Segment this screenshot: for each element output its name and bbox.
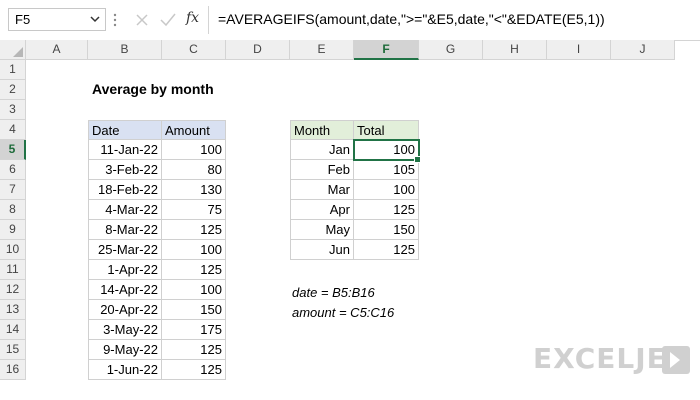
amount-cell[interactable]: 75 xyxy=(162,200,226,220)
date-cell[interactable]: 4-Mar-22 xyxy=(88,200,162,220)
row-header-10[interactable]: 10 xyxy=(0,240,26,260)
amount-cell[interactable]: 125 xyxy=(162,340,226,360)
fill-handle[interactable] xyxy=(414,156,421,163)
formula-input[interactable]: =AVERAGEIFS(amount,date,">="&E5,date,"<"… xyxy=(218,11,605,27)
column-header-j[interactable]: J xyxy=(611,40,675,60)
column-header-f[interactable]: F xyxy=(354,40,419,60)
row-header-12[interactable]: 12 xyxy=(0,280,26,300)
name-box[interactable]: F5 xyxy=(8,8,106,31)
column-header-d[interactable]: D xyxy=(226,40,290,60)
column-header-h[interactable]: H xyxy=(483,40,547,60)
sheet-title[interactable]: Average by month xyxy=(90,80,290,100)
column-header-b[interactable]: B xyxy=(88,40,162,60)
row-header-9[interactable]: 9 xyxy=(0,220,26,240)
amount-cell[interactable]: 125 xyxy=(162,360,226,380)
total-cell[interactable]: 125 xyxy=(354,240,419,260)
row-header-15[interactable]: 15 xyxy=(0,340,26,360)
column-header-e[interactable]: E xyxy=(290,40,354,60)
column-header-a[interactable]: A xyxy=(26,40,88,60)
month-cell[interactable]: May xyxy=(290,220,354,240)
chevron-down-icon[interactable] xyxy=(89,12,101,26)
amount-cell[interactable]: 125 xyxy=(162,220,226,240)
date-cell[interactable]: 25-Mar-22 xyxy=(88,240,162,260)
row-header-2[interactable]: 2 xyxy=(0,80,26,100)
date-cell[interactable]: 11-Jan-22 xyxy=(88,140,162,160)
amount-cell[interactable]: 175 xyxy=(162,320,226,340)
month-cell[interactable]: Apr xyxy=(290,200,354,220)
column-header-c[interactable]: C xyxy=(162,40,226,60)
date-cell[interactable]: 3-May-22 xyxy=(88,320,162,340)
row-header-11[interactable]: 11 xyxy=(0,260,26,280)
table-header-date[interactable]: Date xyxy=(88,120,162,140)
column-header-g[interactable]: G xyxy=(419,40,483,60)
total-cell[interactable]: 125 xyxy=(354,200,419,220)
amount-cell[interactable]: 80 xyxy=(162,160,226,180)
month-cell[interactable]: Jan xyxy=(290,140,354,160)
amount-cell[interactable]: 150 xyxy=(162,300,226,320)
row-header-1[interactable]: 1 xyxy=(0,60,26,80)
row-header-6[interactable]: 6 xyxy=(0,160,26,180)
amount-cell[interactable]: 100 xyxy=(162,280,226,300)
row-header-4[interactable]: 4 xyxy=(0,120,26,140)
amount-cell[interactable]: 100 xyxy=(162,140,226,160)
date-cell[interactable]: 18-Feb-22 xyxy=(88,180,162,200)
row-header-13[interactable]: 13 xyxy=(0,300,26,320)
formula-bar-divider xyxy=(208,6,209,34)
total-cell[interactable]: 150 xyxy=(354,220,419,240)
total-cell[interactable]: 105 xyxy=(354,160,419,180)
date-cell[interactable]: 3-Feb-22 xyxy=(88,160,162,180)
row-header-7[interactable]: 7 xyxy=(0,180,26,200)
more-options-icon[interactable] xyxy=(112,10,118,30)
amount-cell[interactable]: 100 xyxy=(162,240,226,260)
date-cell[interactable]: 1-Jun-22 xyxy=(88,360,162,380)
row-header-3[interactable]: 3 xyxy=(0,100,26,120)
table-header-total[interactable]: Total xyxy=(354,120,419,140)
named-range-note-date[interactable]: date = B5:B16 xyxy=(290,283,430,303)
table-header-month[interactable]: Month xyxy=(290,120,354,140)
column-header-i[interactable]: I xyxy=(547,40,611,60)
formula-bar-area: F5 fx =AVERAGEIFS(amount,date,">="&E5,da… xyxy=(0,0,700,41)
date-cell[interactable]: 14-Apr-22 xyxy=(88,280,162,300)
date-cell[interactable]: 20-Apr-22 xyxy=(88,300,162,320)
enter-check-icon[interactable] xyxy=(158,10,178,30)
date-cell[interactable]: 9-May-22 xyxy=(88,340,162,360)
cancel-icon[interactable] xyxy=(132,10,152,30)
table-header-amount[interactable]: Amount xyxy=(162,120,226,140)
row-header-8[interactable]: 8 xyxy=(0,200,26,220)
name-box-value: F5 xyxy=(15,12,31,27)
amount-cell[interactable]: 125 xyxy=(162,260,226,280)
month-cell[interactable]: Mar xyxy=(290,180,354,200)
row-header-16[interactable]: 16 xyxy=(0,360,26,380)
insert-function-icon[interactable]: fx xyxy=(186,10,199,26)
date-cell[interactable]: 8-Mar-22 xyxy=(88,220,162,240)
total-cell[interactable]: 100 xyxy=(354,180,419,200)
named-range-note-amount[interactable]: amount = C5:C16 xyxy=(290,303,430,323)
exceljet-logo-mark-icon xyxy=(662,346,690,374)
row-header-14[interactable]: 14 xyxy=(0,320,26,340)
select-all-corner[interactable] xyxy=(0,40,26,60)
month-cell[interactable]: Jun xyxy=(290,240,354,260)
amount-cell[interactable]: 130 xyxy=(162,180,226,200)
month-cell[interactable]: Feb xyxy=(290,160,354,180)
row-header-5[interactable]: 5 xyxy=(0,140,26,160)
active-cell-border xyxy=(353,139,420,161)
date-cell[interactable]: 1-Apr-22 xyxy=(88,260,162,280)
